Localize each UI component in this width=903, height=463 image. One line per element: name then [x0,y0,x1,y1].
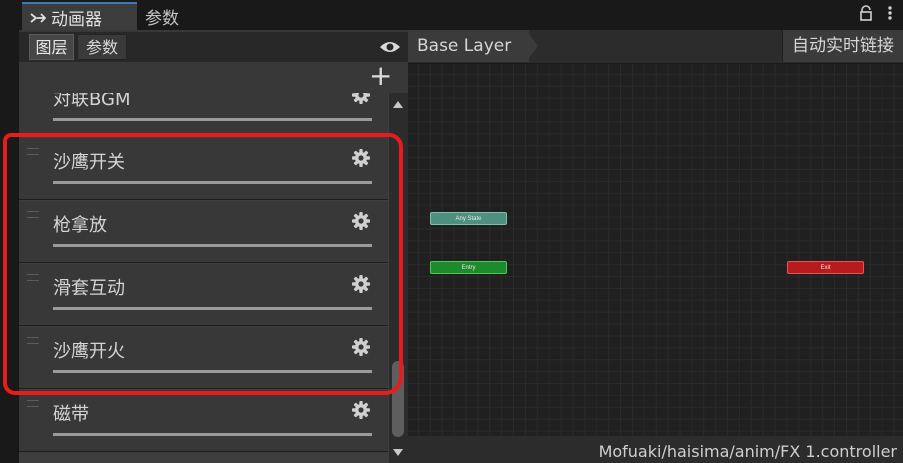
eye-icon[interactable] [379,39,401,55]
scroll-up-icon[interactable] [393,101,403,108]
layer-item[interactable]: 滑套互动 [19,264,388,326]
gear-icon[interactable] [351,274,371,294]
any-state-node[interactable]: Any State [430,212,507,225]
layer-item[interactable]: 沙鹰开关 [19,138,388,200]
layer-list: 对联BGM 沙鹰开关 枪拿放 滑套互动 沙鹰开火 磁带 [19,93,389,463]
layer-name: 对联BGM [53,93,131,110]
scroll-down-icon[interactable] [393,449,403,456]
layer-name: 枪拿放 [53,215,107,236]
layer-name: 沙鹰开火 [53,341,125,362]
gear-icon[interactable] [351,93,371,105]
panel-subtabs: 图层 参数 [19,32,408,62]
tab-parameters-window[interactable]: 参数 [137,2,207,30]
status-bar: Mofuaki/haisima/anim/FX 1.controller [408,436,903,463]
layer-item[interactable]: 沙鹰开火 [19,327,388,389]
tab-animator[interactable]: 动画器 [22,2,137,30]
drag-handle-icon[interactable] [27,211,39,218]
scrollbar-thumb[interactable] [392,361,404,437]
tab-animator-label: 动画器 [51,9,102,30]
controller-path: Mofuaki/haisima/anim/FX 1.controller [598,442,897,461]
layer-name: 磁带 [53,404,89,425]
left-edge [0,30,19,463]
add-layer-row: + [19,61,408,93]
window-tab-bar: 动画器 参数 [0,0,903,31]
auto-live-link-button[interactable]: 自动实时链接 [782,30,903,62]
graph-header: Base Layer 自动实时链接 [408,30,903,64]
gear-icon[interactable] [351,400,371,420]
layer-name: 滑套互动 [53,278,125,299]
weight-slider[interactable] [53,181,372,184]
layer-item[interactable]: 枪拿放 [19,201,388,263]
gear-icon[interactable] [351,211,371,231]
weight-slider[interactable] [53,244,372,247]
weight-slider[interactable] [53,433,372,436]
tab-parameters-label: 参数 [145,8,179,29]
lock-icon[interactable] [859,5,873,21]
layers-panel: 图层 参数 + 对联BGM 沙鹰开关 枪拿放 滑套互动 沙鹰开火 磁带 [19,30,408,463]
layer-name: 沙鹰开关 [53,152,125,173]
window-controls [859,5,893,21]
state-machine-graph[interactable]: Any State Entry Exit [408,64,903,436]
subtab-parameters[interactable]: 参数 [77,34,127,60]
weight-slider[interactable] [53,370,372,373]
drag-handle-icon[interactable] [27,148,39,155]
weight-slider[interactable] [53,307,372,310]
animator-icon [30,13,46,23]
breadcrumb-arrow-icon [526,30,538,62]
drag-handle-icon[interactable] [27,400,39,407]
breadcrumb[interactable]: Base Layer [408,30,530,62]
gear-icon[interactable] [351,148,371,168]
add-layer-button[interactable]: + [369,61,392,91]
drag-handle-icon[interactable] [27,274,39,281]
exit-node[interactable]: Exit [787,261,864,274]
layer-item[interactable]: 磁带 [19,390,388,452]
weight-slider[interactable] [53,118,372,121]
layer-list-scrollbar[interactable] [389,93,408,463]
layer-item[interactable]: 对联BGM [19,93,388,137]
more-menu-icon[interactable] [887,5,893,21]
entry-node[interactable]: Entry [430,261,507,274]
drag-handle-icon[interactable] [27,337,39,344]
gear-icon[interactable] [351,337,371,357]
subtab-layers[interactable]: 图层 [29,34,74,60]
